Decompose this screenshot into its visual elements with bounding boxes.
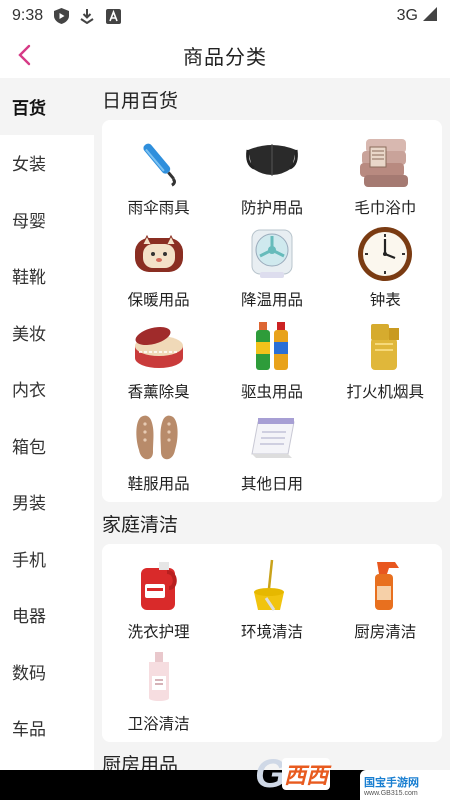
category-item-label: 防护用品	[240, 200, 303, 217]
sidebar-item-xiangbao[interactable]: 箱包	[0, 417, 94, 474]
category-item-label: 卫浴清洁	[127, 716, 190, 733]
shield-play-icon	[53, 8, 69, 24]
face-mask-icon	[242, 132, 302, 192]
status-right: 3G	[397, 6, 438, 27]
sidebar-item-shouji[interactable]: 手机	[0, 530, 94, 587]
laundry-detergent-icon	[129, 556, 189, 616]
hand-warmer-icon	[129, 224, 189, 284]
category-item-clock[interactable]: 钟表	[329, 220, 442, 312]
category-item-insect[interactable]: 驱虫用品	[215, 312, 328, 404]
mop-bucket-icon	[242, 556, 302, 616]
watermark-site: 国宝手游网 www.GB315.com	[360, 770, 450, 800]
category-sidebar: 百货 女装 母婴 鞋靴 美妆 内衣 箱包 男装 手机 电器 数码 车品	[0, 78, 94, 770]
sidebar-item-neiyi[interactable]: 内衣	[0, 360, 94, 417]
spray-cleaner-icon	[355, 556, 415, 616]
category-item-shoe-care[interactable]: 鞋服用品	[102, 404, 215, 496]
lighter-icon	[355, 316, 415, 376]
page-title: 商品分类	[183, 46, 267, 69]
category-item-label: 厨房清洁	[354, 624, 417, 641]
signal-icon	[422, 6, 438, 27]
network-type: 3G	[396, 7, 418, 24]
a-square-icon	[105, 8, 121, 24]
section-title-daily-goods: 日用百货	[102, 90, 179, 112]
category-item-bath-cleaning[interactable]: 卫浴清洁	[102, 644, 215, 736]
sidebar-item-dianqi[interactable]: 电器	[0, 586, 94, 643]
sidebar-item-shuma[interactable]: 数码	[0, 643, 94, 700]
category-item-env-cleaning[interactable]: 环境清洁	[215, 552, 328, 644]
category-item-aroma[interactable]: 香薰除臭	[102, 312, 215, 404]
umbrella-icon	[129, 132, 189, 192]
category-grid-home-cleaning: 洗衣护理 环境清洁 厨房清洁 卫浴清洁	[102, 544, 442, 742]
category-item-laundry[interactable]: 洗衣护理	[102, 552, 215, 644]
watermark-site-name: 国宝手游网	[364, 776, 419, 789]
category-item-other-daily[interactable]: 其他日用	[215, 404, 328, 496]
category-item-label: 环境清洁	[240, 624, 303, 641]
location-download-icon	[79, 8, 95, 24]
category-item-lighter[interactable]: 打火机烟具	[329, 312, 442, 404]
body-wash-bottle-icon	[129, 648, 189, 708]
category-item-label: 驱虫用品	[240, 384, 303, 401]
watermark-site-url: www.GB315.com	[364, 789, 418, 797]
category-item-kitchen-cleaning[interactable]: 厨房清洁	[329, 552, 442, 644]
category-item-towel[interactable]: 毛巾浴巾	[329, 128, 442, 220]
category-item-cooling[interactable]: 降温用品	[215, 220, 328, 312]
category-grid-daily-goods: 雨伞雨具 防护用品 毛巾浴巾 保暖用品 降温用品 钟表 香薰除臭 驱虫用品 打火…	[102, 120, 442, 502]
insect-spray-icon	[242, 316, 302, 376]
aroma-tin-icon	[129, 316, 189, 376]
desk-calendar-icon	[242, 408, 302, 468]
category-item-label: 毛巾浴巾	[354, 200, 417, 217]
category-content: 日用百货 雨伞雨具 防护用品 毛巾浴巾 保暖用品 降温用品 钟表 香薰除臭 驱虫…	[94, 78, 450, 770]
insoles-icon	[129, 408, 189, 468]
sidebar-item-meizhuang[interactable]: 美妆	[0, 304, 94, 361]
back-button[interactable]	[10, 41, 38, 69]
category-item-label: 雨伞雨具	[127, 200, 190, 217]
category-item-label: 鞋服用品	[127, 476, 190, 493]
category-item-warmer[interactable]: 保暖用品	[102, 220, 215, 312]
category-item-label: 保暖用品	[127, 292, 190, 309]
towel-icon	[355, 132, 415, 192]
chevron-left-icon	[18, 44, 31, 66]
section-title-home-cleaning: 家庭清洁	[102, 514, 179, 536]
category-item-label: 打火机烟具	[346, 384, 425, 401]
category-item-label: 洗衣护理	[127, 624, 190, 641]
category-item-label: 降温用品	[240, 292, 303, 309]
category-item-label: 钟表	[369, 292, 401, 309]
sidebar-item-nvzhuang[interactable]: 女装	[0, 134, 94, 191]
sidebar-item-chepin[interactable]: 车品	[0, 699, 94, 756]
status-bar: 9:38 3G	[0, 0, 450, 32]
category-item-label: 其他日用	[240, 476, 303, 493]
category-item-label: 香薰除臭	[127, 384, 190, 401]
category-item-protective[interactable]: 防护用品	[215, 128, 328, 220]
sidebar-item-muying[interactable]: 母婴	[0, 191, 94, 248]
fan-icon	[242, 224, 302, 284]
header: 商品分类	[0, 32, 450, 78]
sidebar-item-xiexue[interactable]: 鞋靴	[0, 247, 94, 304]
category-item-umbrella[interactable]: 雨伞雨具	[102, 128, 215, 220]
sidebar-item-baihuo[interactable]: 百货	[0, 78, 94, 135]
sidebar-item-nanzhuang[interactable]: 男装	[0, 473, 94, 530]
watermark-logo-text: 西西	[282, 758, 331, 790]
clock-icon	[355, 224, 415, 284]
status-time: 9:38	[12, 7, 44, 24]
